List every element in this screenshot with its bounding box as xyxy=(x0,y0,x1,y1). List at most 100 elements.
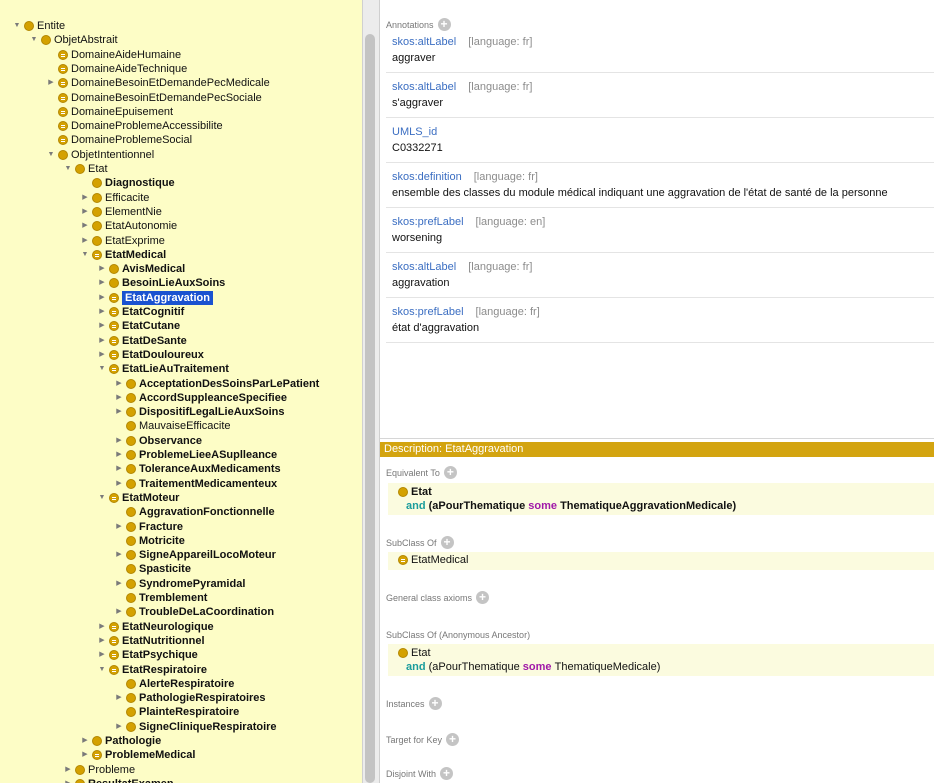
tree-row[interactable]: ▼ EtatMoteur xyxy=(97,491,180,505)
add-general-axiom-icon[interactable]: + xyxy=(476,591,490,604)
add-superclass-icon[interactable]: + xyxy=(440,536,454,549)
expanded-triangle-icon[interactable]: ▼ xyxy=(63,162,73,176)
collapsed-triangle-icon[interactable]: ▶ xyxy=(114,720,124,734)
tree-row[interactable]: DomaineEpuisement xyxy=(46,105,173,119)
tree-row[interactable]: ▶ SigneCliniqueRespiratoire xyxy=(114,720,276,734)
annotation-item[interactable]: skos:prefLabel [language: fr] état d'aggra… xyxy=(386,300,934,343)
collapsed-triangle-icon[interactable]: ▶ xyxy=(97,262,107,276)
tree-row[interactable]: Tremblement xyxy=(114,591,207,605)
tree-row[interactable]: ▶ AvisMedical xyxy=(97,262,185,276)
add-equivalent-icon[interactable]: + xyxy=(443,466,457,479)
tree-row[interactable]: MauvaiseEfficacite xyxy=(114,419,231,433)
tree-row[interactable]: ▼ Etat xyxy=(63,162,108,176)
collapsed-triangle-icon[interactable]: ▶ xyxy=(80,205,90,219)
tree-row[interactable]: ▼ ObjetAbstrait xyxy=(29,33,118,47)
tree-row[interactable]: PlainteRespiratoire xyxy=(114,705,239,719)
collapsed-triangle-icon[interactable]: ▶ xyxy=(97,634,107,648)
tree-row[interactable]: ▶ EtatExprime xyxy=(80,234,165,248)
tree-row[interactable]: ▶ ToleranceAuxMedicaments xyxy=(114,462,280,476)
tree-row[interactable]: ▶ EtatAggravation xyxy=(97,290,213,305)
collapsed-triangle-icon[interactable]: ▶ xyxy=(97,334,107,348)
annotation-item[interactable]: skos:altLabel [language: fr] s'aggraver xyxy=(386,75,934,118)
collapsed-triangle-icon[interactable]: ▶ xyxy=(114,691,124,705)
tree-row[interactable]: DomaineAideHumaine xyxy=(46,48,181,62)
tree-row[interactable]: ▶ ProblemeMedical xyxy=(80,748,195,762)
tree-row[interactable]: ▶ ElementNie xyxy=(80,205,162,219)
tree-row[interactable]: ▶ ProblemeLieeASuplleance xyxy=(114,448,277,462)
tree-row[interactable]: ▶ BesoinLieAuxSoins xyxy=(97,276,225,290)
tree-row[interactable]: ▶ TroubleDeLaCoordination xyxy=(114,605,274,619)
tree-row[interactable]: DomaineBesoinEtDemandePecSociale xyxy=(46,91,262,105)
expanded-triangle-icon[interactable]: ▼ xyxy=(29,33,39,47)
tree-row[interactable]: DomaineAideTechnique xyxy=(46,62,187,76)
tree-row[interactable]: ▶ PathologieRespiratoires xyxy=(114,691,265,705)
anonymous-ancestor-frame[interactable]: Etat and (aPourThematique some Thematiqu… xyxy=(388,644,934,676)
collapsed-triangle-icon[interactable]: ▶ xyxy=(63,763,73,777)
equivalent-to-frame[interactable]: Etat and (aPourThematique some Thematiqu… xyxy=(388,483,934,515)
tree-row[interactable]: ▶ EtatNeurologique xyxy=(97,620,213,634)
add-instance-icon[interactable]: + xyxy=(428,697,442,710)
tree-row[interactable]: ▶ EtatNutritionnel xyxy=(97,634,204,648)
tree-row[interactable]: ▶ DispositifLegalLieAuxSoins xyxy=(114,405,284,419)
tree-row[interactable]: ▶ AcceptationDesSoinsParLePatient xyxy=(114,377,319,391)
tree-row[interactable]: ▶ EtatPsychique xyxy=(97,648,198,662)
tree-scrollbar-thumb[interactable] xyxy=(365,34,375,783)
tree-row[interactable]: ▶ EtatAutonomie xyxy=(80,219,177,233)
tree-row[interactable]: ▼ ObjetIntentionnel xyxy=(46,148,155,162)
tree-row[interactable]: ▼ EtatLieAuTraitement xyxy=(97,362,229,376)
collapsed-triangle-icon[interactable]: ▶ xyxy=(97,276,107,290)
collapsed-triangle-icon[interactable]: ▶ xyxy=(114,605,124,619)
tree-row[interactable]: ▶ Observance xyxy=(114,434,202,448)
annotation-item[interactable]: UMLS_id C0332271 xyxy=(386,120,934,163)
tree-row[interactable]: ▼ EtatMedical xyxy=(80,248,167,262)
tree-row[interactable]: ▶ Fracture xyxy=(114,520,183,534)
tree-row[interactable]: ▶ EtatCutane xyxy=(97,319,180,333)
collapsed-triangle-icon[interactable]: ▶ xyxy=(114,377,124,391)
tree-row[interactable]: ▶ ResultatExamen xyxy=(63,777,174,783)
collapsed-triangle-icon[interactable]: ▶ xyxy=(97,620,107,634)
tree-row[interactable]: ▶ SyndromePyramidal xyxy=(114,577,245,591)
annotation-item[interactable]: skos:prefLabel [language: en] worsening xyxy=(386,210,934,253)
collapsed-triangle-icon[interactable]: ▶ xyxy=(114,448,124,462)
collapsed-triangle-icon[interactable]: ▶ xyxy=(114,577,124,591)
tree-row[interactable]: DomaineProblemeAccessibilite xyxy=(46,119,223,133)
add-key-icon[interactable]: + xyxy=(446,733,460,746)
expanded-triangle-icon[interactable]: ▼ xyxy=(97,663,107,677)
subclass-of-frame[interactable]: EtatMedical xyxy=(388,552,934,570)
annotation-item[interactable]: skos:altLabel [language: fr] aggravation xyxy=(386,255,934,298)
tree-row[interactable]: ▶ TraitementMedicamenteux xyxy=(114,477,277,491)
tree-row[interactable]: ▶ EtatDeSante xyxy=(97,334,187,348)
tree-row[interactable]: DomaineProblemeSocial xyxy=(46,133,192,147)
tree-row[interactable]: AggravationFonctionnelle xyxy=(114,505,275,519)
tree-row[interactable]: ▶ DomaineBesoinEtDemandePecMedicale xyxy=(46,76,269,90)
collapsed-triangle-icon[interactable]: ▶ xyxy=(97,348,107,362)
expanded-triangle-icon[interactable]: ▼ xyxy=(97,362,107,376)
collapsed-triangle-icon[interactable]: ▶ xyxy=(114,520,124,534)
collapsed-triangle-icon[interactable]: ▶ xyxy=(46,76,56,90)
collapsed-triangle-icon[interactable]: ▶ xyxy=(80,219,90,233)
tree-row[interactable]: Motricite xyxy=(114,534,185,548)
collapsed-triangle-icon[interactable]: ▶ xyxy=(114,434,124,448)
collapsed-triangle-icon[interactable]: ▶ xyxy=(97,648,107,662)
collapsed-triangle-icon[interactable]: ▶ xyxy=(80,734,90,748)
collapsed-triangle-icon[interactable]: ▶ xyxy=(80,234,90,248)
collapsed-triangle-icon[interactable]: ▶ xyxy=(114,405,124,419)
collapsed-triangle-icon[interactable]: ▶ xyxy=(80,748,90,762)
tree-row[interactable]: ▶ SigneAppareilLocoMoteur xyxy=(114,548,276,562)
expanded-triangle-icon[interactable]: ▼ xyxy=(97,491,107,505)
tree-row[interactable]: ▶ Pathologie xyxy=(80,734,161,748)
tree-row[interactable]: ▶ AccordSuppleanceSpecifiee xyxy=(114,391,287,405)
annotation-item[interactable]: skos:definition [language: fr] ensemble de… xyxy=(386,165,934,208)
collapsed-triangle-icon[interactable]: ▶ xyxy=(114,548,124,562)
collapsed-triangle-icon[interactable]: ▶ xyxy=(114,462,124,476)
tree-row[interactable]: Spasticite xyxy=(114,562,191,576)
annotation-item[interactable]: skos:altLabel [language: fr] aggraver xyxy=(386,30,934,73)
tree-row[interactable]: ▶ EtatDouloureux xyxy=(97,348,204,362)
collapsed-triangle-icon[interactable]: ▶ xyxy=(114,477,124,491)
tree-row[interactable]: AlerteRespiratoire xyxy=(114,677,234,691)
collapsed-triangle-icon[interactable]: ▶ xyxy=(114,391,124,405)
collapsed-triangle-icon[interactable]: ▶ xyxy=(97,291,107,305)
expanded-triangle-icon[interactable]: ▼ xyxy=(46,148,56,162)
tree-row[interactable]: ▼ EtatRespiratoire xyxy=(97,663,207,677)
collapsed-triangle-icon[interactable]: ▶ xyxy=(80,191,90,205)
